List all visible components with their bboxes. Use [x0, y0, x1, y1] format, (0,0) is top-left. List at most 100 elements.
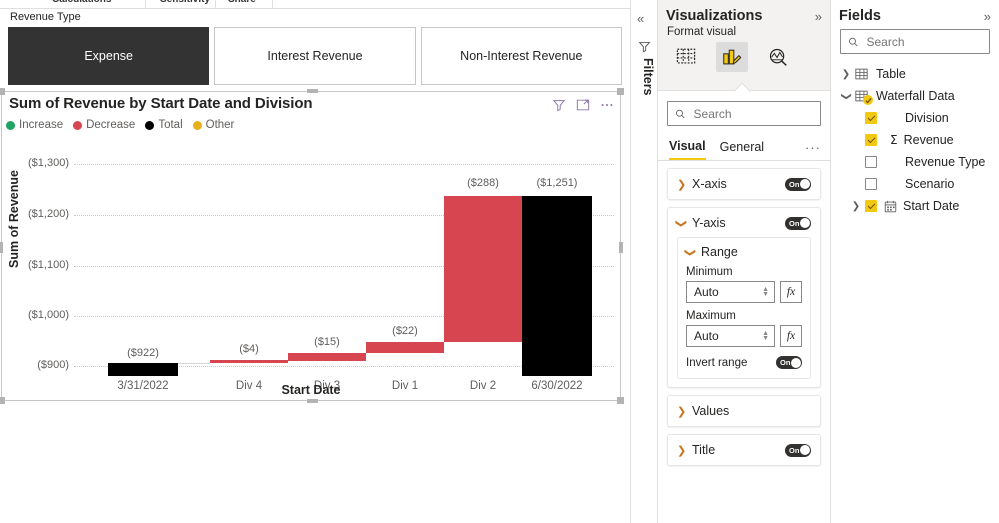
slicer-title: Revenue Type	[10, 11, 81, 23]
checkbox-revenue[interactable]	[865, 134, 877, 146]
checkbox-revenue-type[interactable]	[865, 156, 877, 168]
resize-handle-top-center[interactable]	[307, 89, 318, 93]
x-axis-card-title: X-axis	[692, 177, 727, 191]
table-icon	[853, 68, 870, 80]
x-axis-toggle-label: On	[789, 179, 800, 189]
chevron-right-icon[interactable]: ❯	[839, 69, 853, 80]
format-visual-card: Visual General ··· ❯ X-axis On ❯	[658, 90, 830, 523]
maximum-fx-button[interactable]: fx	[780, 325, 802, 347]
waterfall-bar-div-2[interactable]	[444, 196, 522, 342]
bar-data-label: ($1,251)	[536, 177, 578, 189]
y-axis-tick: ($900)	[37, 359, 69, 371]
format-card-x-axis[interactable]: ❯ X-axis On	[667, 168, 821, 200]
slicer-tile-interest-revenue[interactable]: Interest Revenue	[214, 27, 416, 85]
resize-handle-bottom-right[interactable]	[617, 397, 624, 404]
ribbon-divider	[215, 0, 216, 8]
y-axis-toggle-label: On	[789, 218, 800, 228]
slicer-tile-non-interest-revenue[interactable]: Non-Interest Revenue	[420, 27, 622, 85]
tab-general[interactable]: General	[720, 140, 764, 159]
values-card-title: Values	[692, 404, 730, 418]
collapse-filters-icon[interactable]: «	[637, 11, 644, 26]
expand-fields-icon[interactable]: »	[984, 9, 991, 24]
chevron-right-icon: ❯	[677, 178, 687, 191]
format-card-y-axis[interactable]: ❯ Y-axis On ❯ Range Minimum Auto ▲ ▼ fx …	[667, 207, 821, 388]
resize-handle-top-right[interactable]	[617, 88, 624, 95]
filter-funnel-icon[interactable]	[638, 40, 651, 56]
y-axis-toggle[interactable]: On	[785, 216, 811, 230]
analytics-icon[interactable]	[762, 42, 794, 72]
title-toggle[interactable]: On	[785, 443, 811, 457]
plot-area: Sum of Revenue ($1,300) ($1,200) ($1,100…	[2, 92, 620, 400]
minimum-label: Minimum	[686, 266, 733, 278]
title-card-title: Title	[692, 443, 716, 457]
minimum-input[interactable]: Auto ▲ ▼	[686, 281, 775, 303]
invert-range-toggle[interactable]: On	[776, 356, 802, 369]
waterfall-visual[interactable]: Sum of Revenue by Start Date and Divisio…	[0, 88, 624, 404]
tree-item-division[interactable]: Division	[831, 107, 999, 129]
minimum-fx-button[interactable]: fx	[780, 281, 802, 303]
visual-mode-buttons	[658, 41, 830, 72]
x-axis-card-header: ❯ X-axis On	[677, 177, 811, 191]
expand-visualizations-icon[interactable]: »	[815, 9, 822, 24]
x-axis-toggle[interactable]: On	[785, 177, 811, 191]
slicer-tile-expense[interactable]: Expense	[8, 27, 210, 85]
build-visual-icon[interactable]	[670, 42, 702, 72]
search-icon	[676, 109, 685, 118]
spinner-arrows-icon[interactable]: ▲ ▼	[762, 330, 769, 342]
tab-visual[interactable]: Visual	[669, 139, 706, 160]
checkbox-scenario[interactable]	[865, 178, 877, 190]
chevron-right-icon[interactable]: ❯	[849, 201, 863, 212]
filters-pane-label[interactable]: Filters	[635, 58, 655, 96]
tree-item-table[interactable]: ❯ Table	[831, 63, 999, 85]
tree-item-scenario[interactable]: Scenario	[831, 173, 999, 195]
y-axis-card-title: Y-axis	[692, 216, 726, 230]
format-search-box[interactable]	[667, 101, 821, 126]
minimum-row: Auto ▲ ▼ fx	[686, 281, 802, 303]
waterfall-bar-total-start[interactable]	[108, 363, 178, 376]
tree-label-revenue: Revenue	[903, 133, 954, 147]
y-axis-tick: ($1,300)	[28, 157, 69, 169]
tabs-divider	[658, 160, 830, 161]
waterfall-bar-div-3[interactable]	[288, 353, 366, 361]
maximum-input[interactable]: Auto ▲ ▼	[686, 325, 775, 347]
format-search-input[interactable]	[691, 105, 813, 122]
fields-title: Fields	[839, 8, 881, 24]
fields-search-box[interactable]	[840, 29, 990, 54]
ribbon-divider	[145, 0, 146, 8]
waterfall-bar-total-end[interactable]	[522, 196, 592, 376]
y-axis-card-header: ❯ Y-axis On	[675, 216, 811, 230]
resize-handle-bottom-center[interactable]	[307, 399, 318, 403]
ribbon-item-share[interactable]: Share	[228, 0, 256, 5]
resize-handle-top-left[interactable]	[0, 88, 5, 95]
format-card-title[interactable]: ❯ Title On	[667, 434, 821, 466]
ribbon-item-sensitivity[interactable]: Sensitivity	[160, 0, 210, 5]
checkbox-division[interactable]	[865, 112, 877, 124]
ribbon-item-calculations[interactable]: Calculations	[52, 0, 111, 5]
spinner-arrows-icon[interactable]: ▲ ▼	[762, 286, 769, 298]
tree-item-waterfall-data[interactable]: ❯ Waterfall Data	[831, 85, 999, 107]
resize-handle-middle-left[interactable]	[0, 242, 3, 253]
title-expander[interactable]: ❯ Title	[677, 443, 715, 457]
format-visual-icon[interactable]	[716, 42, 748, 72]
waterfall-bar-div-4[interactable]	[210, 360, 288, 363]
x-axis-expander[interactable]: ❯ X-axis	[677, 177, 727, 191]
tree-item-revenue-type[interactable]: Revenue Type	[831, 151, 999, 173]
tree-item-start-date[interactable]: ❯ Start Date	[831, 195, 999, 217]
y-axis-tick: ($1,100)	[28, 259, 69, 271]
checkbox-start-date[interactable]	[865, 200, 877, 212]
format-card-values[interactable]: ❯ Values	[667, 395, 821, 427]
range-expander[interactable]: ❯ Range	[684, 245, 802, 259]
invert-range-toggle-label: On	[780, 358, 791, 367]
tree-label-division: Division	[905, 111, 949, 125]
resize-handle-bottom-left[interactable]	[0, 397, 5, 404]
values-expander[interactable]: ❯ Values	[677, 404, 729, 418]
chevron-down-icon[interactable]: ❯	[841, 89, 852, 103]
y-axis-expander[interactable]: ❯ Y-axis	[675, 216, 726, 230]
tree-item-revenue[interactable]: Σ Revenue	[831, 129, 999, 151]
bar-data-label: ($922)	[127, 347, 159, 359]
resize-handle-middle-right[interactable]	[619, 242, 623, 253]
waterfall-bar-div-1[interactable]	[366, 342, 444, 353]
visualizations-title: Visualizations	[666, 8, 763, 24]
tabs-more-icon[interactable]: ···	[805, 140, 821, 160]
fields-search-input[interactable]	[864, 33, 982, 50]
